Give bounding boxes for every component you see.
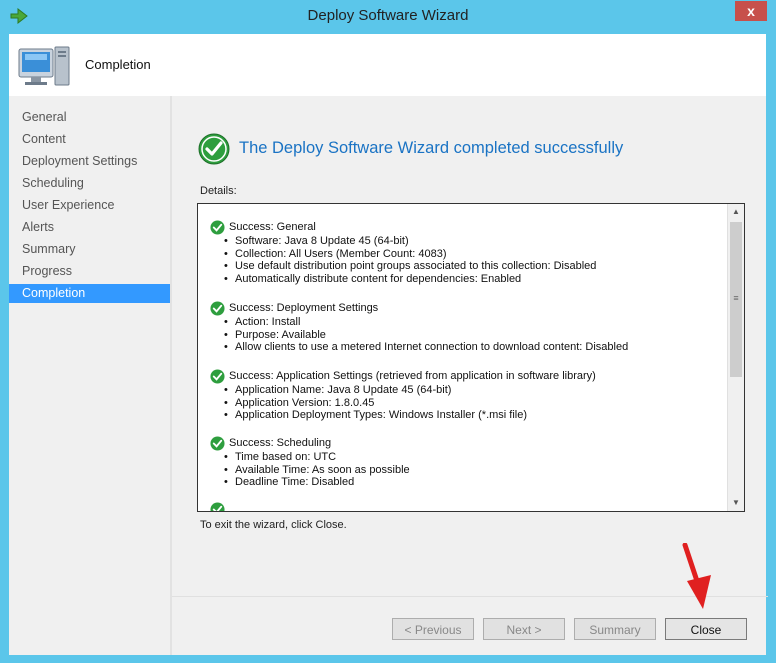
nav-item-content[interactable]: Content	[9, 130, 170, 149]
detail-item: Action: Install	[210, 316, 720, 329]
window-frame: Deploy Software Wizard x Completion Gene…	[0, 0, 776, 663]
success-check-icon	[210, 301, 225, 316]
success-check-icon	[210, 220, 225, 235]
detail-item: Software: Java 8 Update 45 (64-bit)	[210, 235, 720, 248]
section-title: Success: General	[229, 221, 316, 233]
nav-item-deployment-settings[interactable]: Deployment Settings	[9, 152, 170, 171]
success-check-icon	[198, 133, 230, 165]
success-check-icon	[210, 502, 225, 511]
red-arrow-icon	[682, 543, 711, 609]
detail-item: Available Time: As soon as possible	[210, 464, 720, 477]
nav-item-scheduling[interactable]: Scheduling	[9, 174, 170, 193]
detail-item: Automatically distribute content for dep…	[210, 273, 720, 286]
completion-headline: The Deploy Software Wizard completed suc…	[239, 139, 624, 157]
wizard-body: Completion General Content Deployment Se…	[9, 34, 768, 655]
detail-item: Deadline Time: Disabled	[210, 476, 720, 489]
details-section-scheduling: Success: Scheduling Time based on: UTC A…	[210, 436, 720, 489]
details-panel[interactable]: Success: General Software: Java 8 Update…	[197, 203, 745, 512]
title-bar[interactable]: Deploy Software Wizard x	[0, 0, 776, 34]
detail-item: Use default distribution point groups as…	[210, 260, 720, 273]
section-title: Success: Scheduling	[229, 437, 332, 449]
summary-button[interactable]: Summary	[574, 618, 656, 640]
detail-item: Application Deployment Types: Windows In…	[210, 409, 720, 422]
nav-item-user-experience[interactable]: User Experience	[9, 196, 170, 215]
detail-item: Allow clients to use a metered Internet …	[210, 341, 720, 354]
page-title: Completion	[85, 57, 151, 72]
nav-item-alerts[interactable]: Alerts	[9, 218, 170, 237]
details-section-deployment-settings: Success: Deployment Settings Action: Ins…	[210, 301, 720, 354]
window-title: Deploy Software Wizard	[307, 7, 469, 24]
wizard-nav: General Content Deployment Settings Sche…	[9, 96, 170, 655]
section-title: Success: Application Settings (retrieved…	[229, 370, 596, 382]
details-section-application-settings: Success: Application Settings (retrieved…	[210, 369, 720, 422]
exit-instructions: To exit the wizard, click Close.	[200, 519, 347, 531]
next-button[interactable]: Next >	[483, 618, 565, 640]
detail-item: Time based on: UTC	[210, 451, 720, 464]
details-section-general: Success: General Software: Java 8 Update…	[210, 220, 720, 285]
grip-icon: ≡	[733, 293, 739, 303]
nav-item-completion[interactable]: Completion	[9, 284, 170, 303]
previous-button[interactable]: < Previous	[392, 618, 474, 640]
nav-item-progress[interactable]: Progress	[9, 262, 170, 281]
wizard-header: Completion	[9, 34, 766, 96]
detail-item: Application Version: 1.8.0.45	[210, 397, 720, 410]
success-check-icon	[210, 436, 225, 451]
detail-item: Collection: All Users (Member Count: 408…	[210, 248, 720, 261]
success-check-icon	[210, 369, 225, 384]
nav-item-general[interactable]: General	[9, 108, 170, 127]
nav-item-summary[interactable]: Summary	[9, 240, 170, 259]
detail-item: Purpose: Available	[210, 329, 720, 342]
details-scrollbar[interactable]: ▲ ≡ ▼	[727, 204, 744, 511]
scroll-down-arrow-icon[interactable]: ▼	[728, 495, 744, 511]
detail-item: Application Name: Java 8 Update 45 (64-b…	[210, 384, 720, 397]
divider	[172, 596, 768, 597]
scroll-thumb[interactable]: ≡	[730, 222, 742, 377]
close-button[interactable]: Close	[665, 618, 747, 640]
section-title: Success: Deployment Settings	[229, 302, 379, 314]
computer-icon	[18, 46, 70, 86]
wizard-content: The Deploy Software Wizard completed suc…	[170, 96, 768, 655]
scroll-up-arrow-icon[interactable]: ▲	[728, 204, 744, 220]
window-close-button[interactable]: x	[735, 1, 767, 21]
details-label: Details:	[200, 185, 237, 197]
